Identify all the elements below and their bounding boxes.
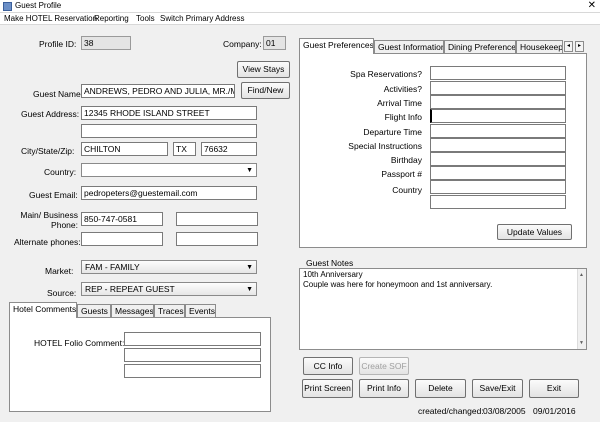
- pref-country-input[interactable]: [430, 180, 566, 194]
- chevron-down-icon: ▼: [246, 286, 253, 293]
- chevron-down-icon: ▼: [246, 264, 253, 271]
- delete-button[interactable]: Delete: [415, 379, 466, 398]
- window-title: Guest Profile: [15, 1, 62, 10]
- menu-make-reservation[interactable]: Make HOTEL Reservation: [4, 14, 97, 23]
- print-info-button[interactable]: Print Info: [359, 379, 409, 398]
- title-bar: Guest Profile ✕: [0, 0, 600, 13]
- business-phone-input[interactable]: [176, 212, 258, 226]
- departure-time-label: Departure Time: [363, 127, 422, 137]
- activities-label: Activities?: [383, 84, 422, 94]
- company-field: 01: [263, 36, 286, 50]
- guest-email-input[interactable]: pedropeters@guestemail.com: [81, 186, 257, 200]
- birthday-label: Birthday: [390, 155, 422, 165]
- source-select[interactable]: REP - REPEAT GUEST ▼: [81, 282, 257, 296]
- source-select-value: REP - REPEAT GUEST: [85, 284, 175, 294]
- print-screen-button[interactable]: Print Screen: [302, 379, 353, 398]
- tab-guest-information[interactable]: Guest Information: [374, 40, 444, 54]
- update-values-button[interactable]: Update Values: [497, 224, 572, 240]
- pref-country-label: Country: [392, 185, 422, 195]
- tab-guest-preferences[interactable]: Guest Preferences: [299, 38, 374, 54]
- profile-id-label: Profile ID:: [39, 39, 77, 49]
- menu-tools[interactable]: Tools: [136, 14, 155, 23]
- zip-input[interactable]: 76632: [201, 142, 257, 156]
- app-icon: [3, 2, 12, 11]
- created-date: 03/08/2005: [483, 406, 526, 416]
- profile-id-field: 38: [81, 36, 131, 50]
- main-phone-label-line2: Phone:: [51, 220, 78, 230]
- guest-preferences-panel: Spa Reservations? Activities? Arrival Ti…: [299, 53, 587, 248]
- guest-address-label: Guest Address:: [21, 109, 80, 119]
- close-icon[interactable]: ✕: [588, 0, 596, 12]
- tab-events[interactable]: Events: [185, 304, 216, 318]
- guest-email-label: Guest Email:: [29, 190, 78, 200]
- alternate-phone1-input[interactable]: [81, 232, 163, 246]
- company-label: Company:: [223, 39, 262, 49]
- city-state-zip-label: City/State/Zip:: [21, 146, 75, 156]
- notes-scrollbar[interactable]: ▲ ▼: [577, 269, 586, 349]
- tab-scroll-left-icon[interactable]: ◂: [564, 41, 573, 52]
- hotel-comments-panel: HOTEL Folio Comment:: [9, 317, 271, 412]
- city-input[interactable]: CHILTON: [81, 142, 168, 156]
- scroll-down-icon[interactable]: ▼: [579, 338, 584, 348]
- passport-input[interactable]: [430, 166, 566, 180]
- market-select[interactable]: FAM - FAMILY ▼: [81, 260, 257, 274]
- arrival-time-label: Arrival Time: [377, 98, 422, 108]
- alternate-phone2-input[interactable]: [176, 232, 258, 246]
- tab-guests[interactable]: Guests: [77, 304, 111, 318]
- find-new-button[interactable]: Find/New: [241, 82, 290, 99]
- birthday-input[interactable]: [430, 152, 566, 166]
- main-phone-label-line1: Main/ Business: [20, 210, 78, 220]
- tab-messages[interactable]: Messages: [111, 304, 154, 318]
- activities-input[interactable]: [430, 81, 566, 95]
- cc-info-button[interactable]: CC Info: [303, 357, 353, 375]
- source-label: Source:: [47, 288, 77, 298]
- address-line1-input[interactable]: 12345 RHODE ISLAND STREET: [81, 106, 257, 120]
- guest-name-label: Guest Name:: [33, 89, 84, 99]
- address-line2-input[interactable]: [81, 124, 257, 138]
- folio-comment3-input[interactable]: [124, 364, 261, 378]
- special-instructions-input[interactable]: [430, 138, 566, 152]
- spa-reservations-input[interactable]: [430, 66, 566, 80]
- tab-hotel-comments[interactable]: Hotel Comments: [9, 302, 77, 318]
- scroll-up-icon[interactable]: ▲: [579, 270, 584, 280]
- guest-notes-line2: Couple was here for honeymoon and 1st an…: [303, 280, 493, 289]
- special-instructions-label: Special Instructions: [348, 141, 422, 151]
- guest-notes-textarea[interactable]: 10th Anniversary Couple was here for hon…: [299, 268, 587, 350]
- departure-time-input[interactable]: [430, 124, 566, 138]
- country-label: Country:: [44, 167, 77, 177]
- market-select-value: FAM - FAMILY: [85, 262, 140, 272]
- tab-dining-preferences[interactable]: Dining Preferences: [444, 40, 516, 54]
- spa-reservations-label: Spa Reservations?: [350, 69, 422, 79]
- hotel-folio-comment-label: HOTEL Folio Comment:: [34, 338, 125, 348]
- view-stays-button[interactable]: View Stays: [237, 61, 290, 78]
- market-label: Market:: [45, 266, 74, 276]
- arrival-time-input[interactable]: [430, 95, 566, 109]
- folio-comment2-input[interactable]: [124, 348, 261, 362]
- folio-comment1-input[interactable]: [124, 332, 261, 346]
- tab-traces[interactable]: Traces: [154, 304, 185, 318]
- chevron-down-icon: ▼: [246, 167, 253, 174]
- guest-notes-label: Guest Notes: [306, 258, 354, 268]
- menu-reporting[interactable]: Reporting: [94, 14, 129, 23]
- tab-scroll-right-icon[interactable]: ▸: [575, 41, 584, 52]
- menu-switch-primary-address[interactable]: Switch Primary Address: [160, 14, 244, 23]
- country-select[interactable]: ▼: [81, 163, 257, 177]
- guest-notes-line1: 10th Anniversary: [303, 270, 363, 279]
- save-exit-button[interactable]: Save/Exit: [472, 379, 523, 398]
- pref-extra-input[interactable]: [430, 195, 566, 209]
- passport-label: Passport #: [381, 169, 422, 179]
- create-sof-button[interactable]: Create SOF: [359, 357, 409, 375]
- tab-housekeeping[interactable]: Housekeep: [516, 40, 563, 54]
- created-changed-label: created/changed:: [418, 406, 484, 416]
- main-phone-input[interactable]: 850-747-0581: [81, 212, 163, 226]
- state-input[interactable]: TX: [173, 142, 196, 156]
- exit-button[interactable]: Exit: [529, 379, 579, 398]
- menu-bar: Make HOTEL Reservation Reporting Tools S…: [0, 13, 600, 25]
- flight-info-label: Flight Info: [384, 112, 422, 122]
- alternate-phones-label: Alternate phones:: [14, 237, 81, 247]
- guest-name-input[interactable]: ANDREWS, PEDRO AND JULIA, MR./MRS: [81, 84, 235, 98]
- flight-info-input[interactable]: [430, 109, 566, 123]
- changed-date: 09/01/2016: [533, 406, 576, 416]
